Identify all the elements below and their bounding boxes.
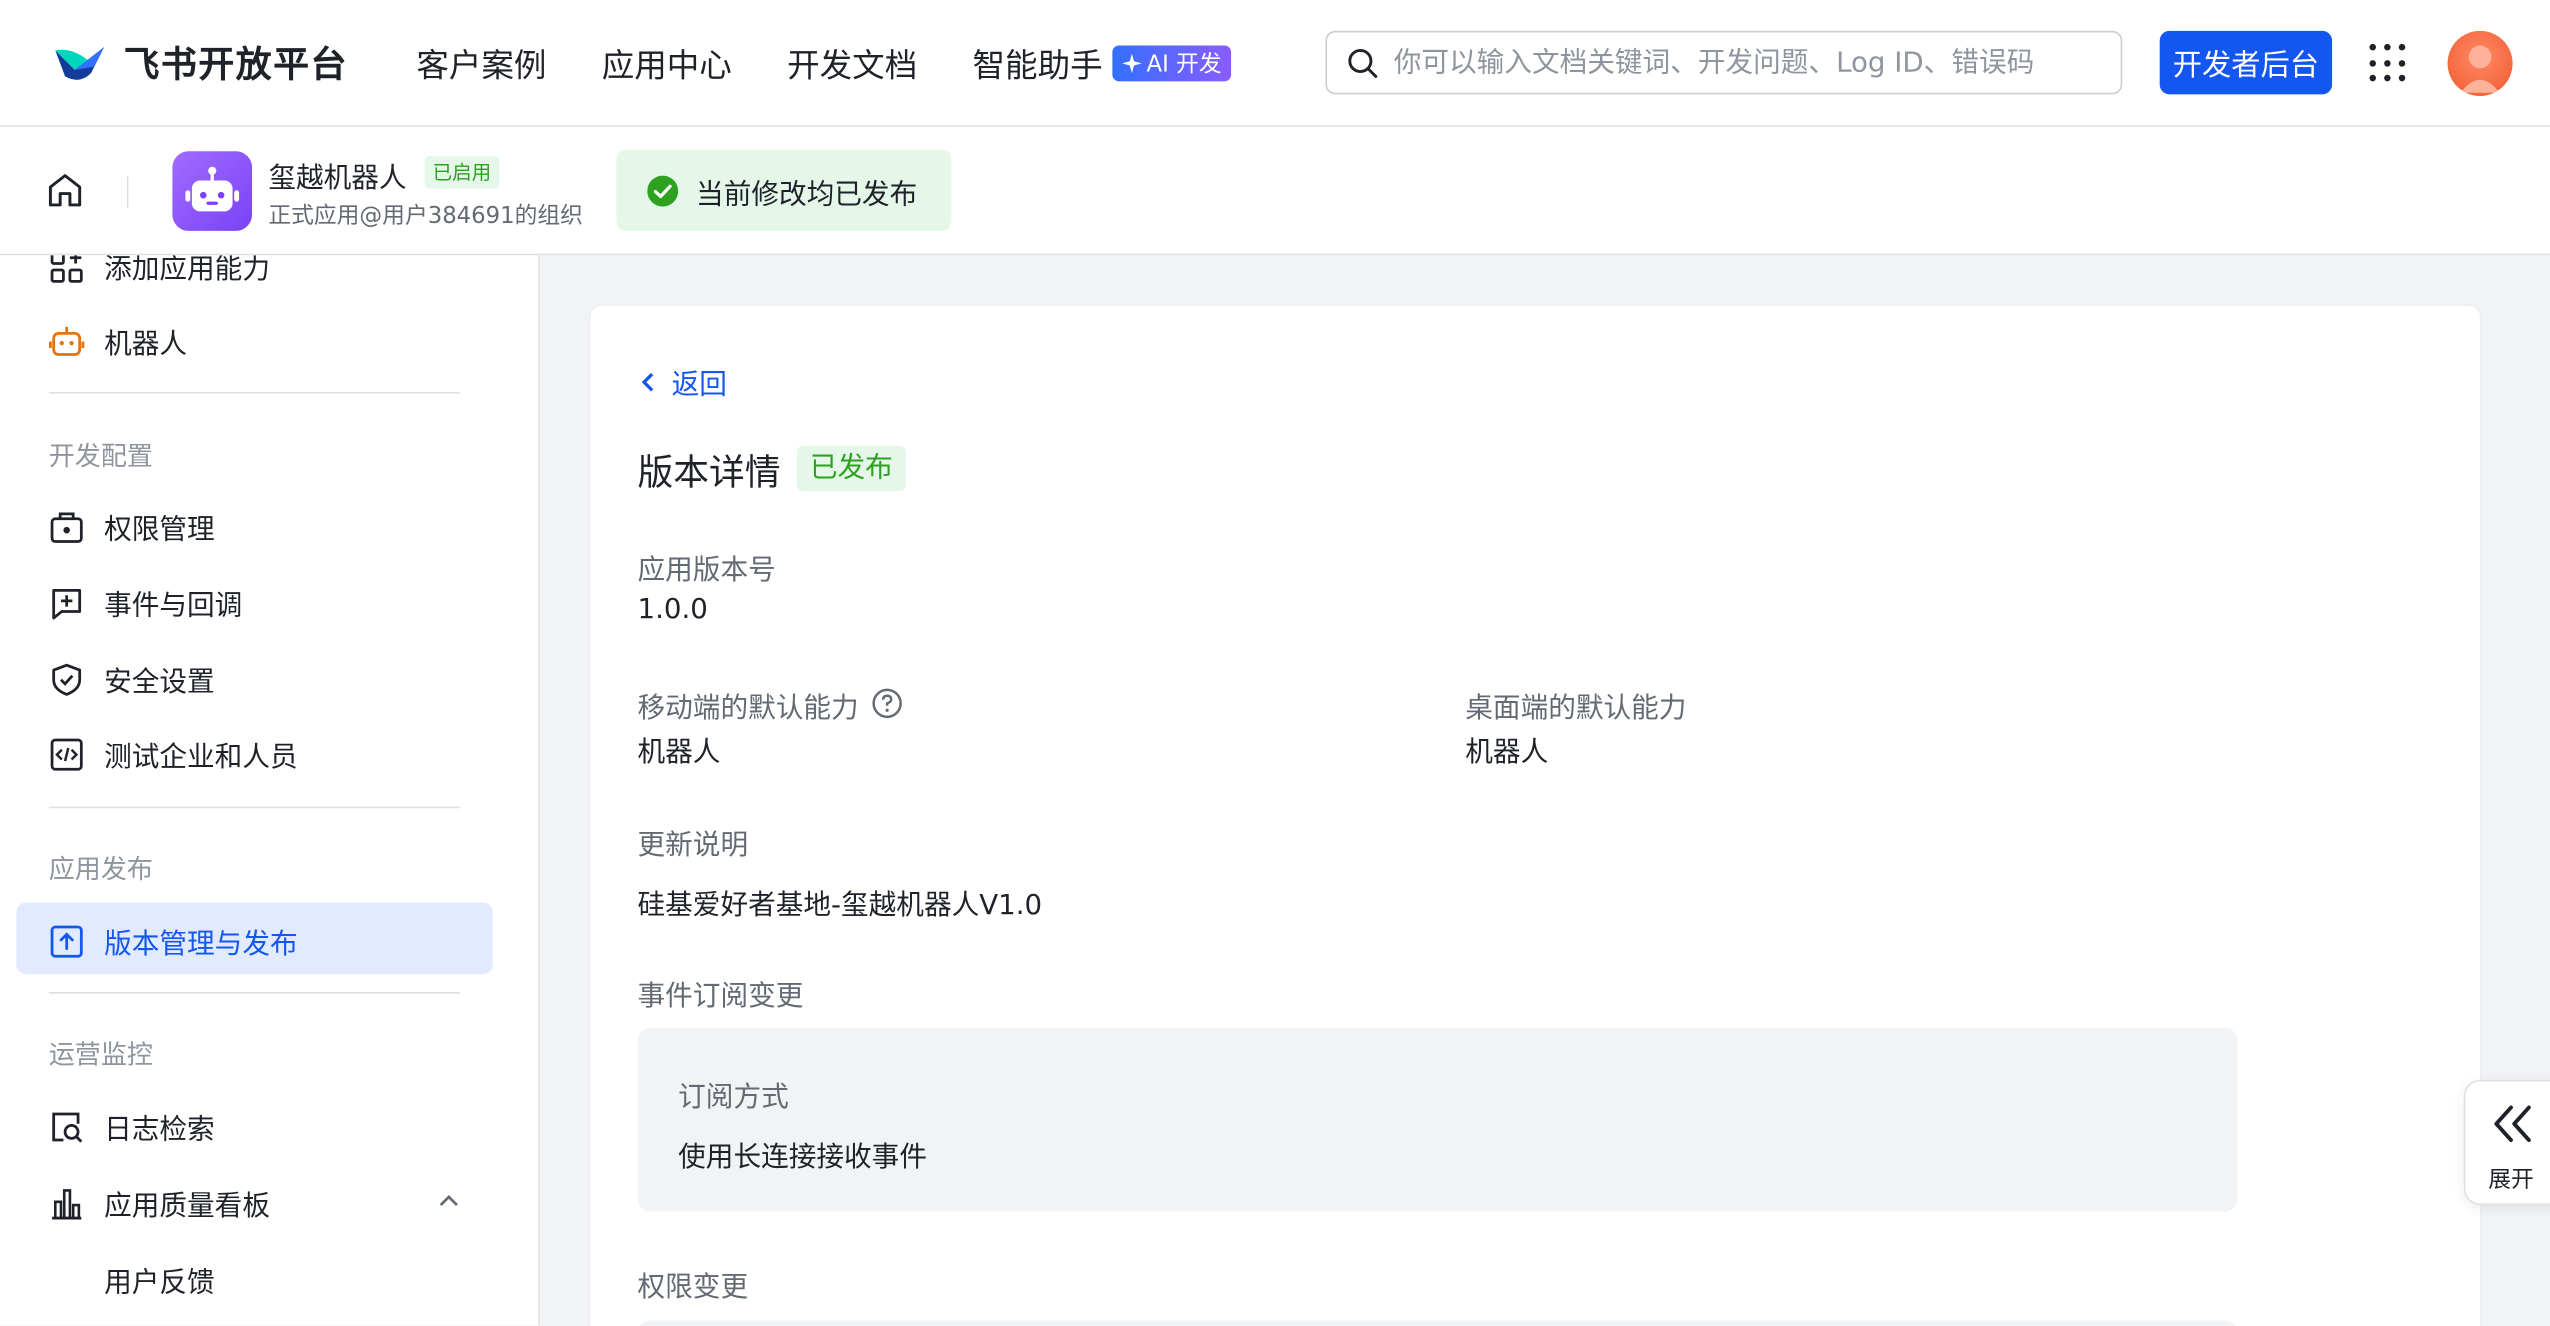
section-ops-monitoring: 运营监控 [48,1039,153,1071]
event-icon [52,588,82,619]
expand-panel-button[interactable]: 展开 [2463,1079,2550,1206]
sidebar-item-log-search[interactable]: 日志检索 [49,1106,215,1147]
nav-app-center[interactable]: 应用中心 [602,39,732,86]
bar-chart-icon [52,1188,82,1219]
event-subscription-label: 事件订阅变更 [637,980,804,1014]
sidebar-item-test-users[interactable]: 测试企业和人员 [49,733,298,774]
shield-icon [52,662,82,695]
check-circle-icon [647,174,679,206]
subscription-method-label: 订阅方式 [678,1081,789,1115]
chevron-left-icon [641,372,654,391]
search-box[interactable] [1325,30,2123,95]
user-silhouette-icon [2460,45,2500,93]
sidebar-item-quality-dashboard[interactable]: 应用质量看板 [49,1182,270,1223]
nav-dev-docs[interactable]: 开发文档 [787,39,917,86]
log-search-icon [52,1111,83,1142]
double-chevron-left-icon [2494,1105,2531,1142]
search-input[interactable] [1393,46,2094,79]
sidebar-item-label: 安全设置 [104,666,215,700]
help-icon[interactable] [872,688,903,719]
event-subscription-box: 订阅方式 使用长连接接收事件 [637,1027,2238,1212]
version-detail-card: 返回 版本详情 已发布 应用版本号 1.0.0 移动端的默认能力 机器人 桌面端… [588,304,2482,1326]
desktop-capability-label: 桌面端的默认能力 [1465,692,1687,726]
user-avatar[interactable] [2447,30,2513,96]
app-header-bar: 玺越机器人 已启用 正式应用@用户384691的组织 当前修改均已发布 [0,126,2550,256]
sidebar-item-label: 测试企业和人员 [104,741,298,775]
app-organization: 正式应用@用户384691的组织 [268,203,583,230]
developer-console-button[interactable]: 开发者后台 [2159,30,2333,95]
code-icon [50,737,83,770]
top-navigation-bar: 飞书开放平台 客户案例 应用中心 开发文档 智能助手 AI 开发 开发者后台 [0,0,2550,127]
search-icon [1348,48,1378,78]
app-status-badge: 已启用 [424,156,500,189]
publish-status-text: 当前修改均已发布 [696,178,918,211]
mobile-capability-value: 机器人 [637,736,721,770]
sidebar-item-label: 机器人 [104,328,188,362]
sidebar-item-security[interactable]: 安全设置 [49,659,215,700]
feishu-logo[interactable]: 飞书开放平台 [52,36,348,88]
version-value: 1.0.0 [637,593,708,627]
back-link[interactable]: 返回 [638,361,727,402]
version-label: 应用版本号 [637,554,776,588]
divider [48,806,461,809]
desktop-capability-value: 机器人 [1465,736,1549,770]
sidebar-item-label: 用户反馈 [104,1266,215,1300]
sidebar-item-label: 应用质量看板 [104,1190,270,1223]
divider [48,992,461,994]
ai-dev-badge: AI 开发 [1112,44,1232,81]
home-icon[interactable] [46,171,85,210]
sidebar-item-label: 添加应用能力 [104,255,270,287]
sidebar-item-events[interactable]: 事件与回调 [49,582,243,623]
sidebar-item-label: 版本管理与发布 [104,928,298,962]
nav-smart-assistant[interactable]: 智能助手 AI 开发 [973,39,1232,86]
main-nav: 客户案例 应用中心 开发文档 智能助手 AI 开发 [416,39,1232,86]
nav-smart-assistant-label: 智能助手 [972,45,1103,85]
sidebar-item-user-feedback[interactable]: 用户反馈 [104,1259,215,1300]
add-capability-icon [50,255,83,282]
section-app-release: 应用发布 [48,853,153,885]
sidebar-item-label: 权限管理 [104,513,215,547]
section-dev-config: 开发配置 [48,440,153,472]
release-notes-value: 硅基爱好者基地-玺越机器人V1.0 [637,889,1043,923]
sidebar-item-label: 事件与回调 [104,590,243,623]
robot-icon [49,326,85,356]
feishu-logo-icon [55,47,105,80]
sidebar-item-version-release[interactable]: 版本管理与发布 [49,920,298,961]
subscription-method-value: 使用长连接接收事件 [678,1141,927,1175]
page-title: 版本详情 [637,453,781,495]
divider [48,391,461,394]
back-label: 返回 [671,369,727,402]
sparkle-icon [1122,52,1142,73]
sidebar-item-permissions[interactable]: 权限管理 [49,506,215,547]
permission-changes-label: 权限变更 [637,1271,749,1305]
release-notes-label: 更新说明 [637,829,749,862]
publish-status-banner: 当前修改均已发布 [616,149,952,231]
divider [126,175,129,209]
app-grid-icon[interactable] [2369,43,2408,83]
nav-customer-cases[interactable]: 客户案例 [416,39,546,86]
sidebar-item-bot[interactable]: 机器人 [49,320,187,361]
app-icon [172,151,253,231]
permission-icon [50,511,83,543]
status-badge: 已发布 [796,445,906,492]
ai-dev-badge-label: AI 开发 [1146,51,1222,78]
upload-icon [50,924,83,957]
sidebar: 添加应用能力 机器人 开发配置 权限管理 事件与回调 安全设置 测试企业和人员 … [0,255,540,1326]
brand-name: 飞书开放平台 [123,45,349,87]
app-name: 玺越机器人 [268,162,407,196]
expand-label: 展开 [2488,1167,2534,1194]
robot-icon [185,166,240,212]
chevron-up-icon[interactable] [436,1189,462,1215]
sidebar-item-label: 日志检索 [104,1114,215,1147]
permission-changes-box [637,1320,2238,1326]
sidebar-item-add-capability[interactable]: 添加应用能力 [49,255,270,286]
mobile-capability-label: 移动端的默认能力 [637,692,859,726]
